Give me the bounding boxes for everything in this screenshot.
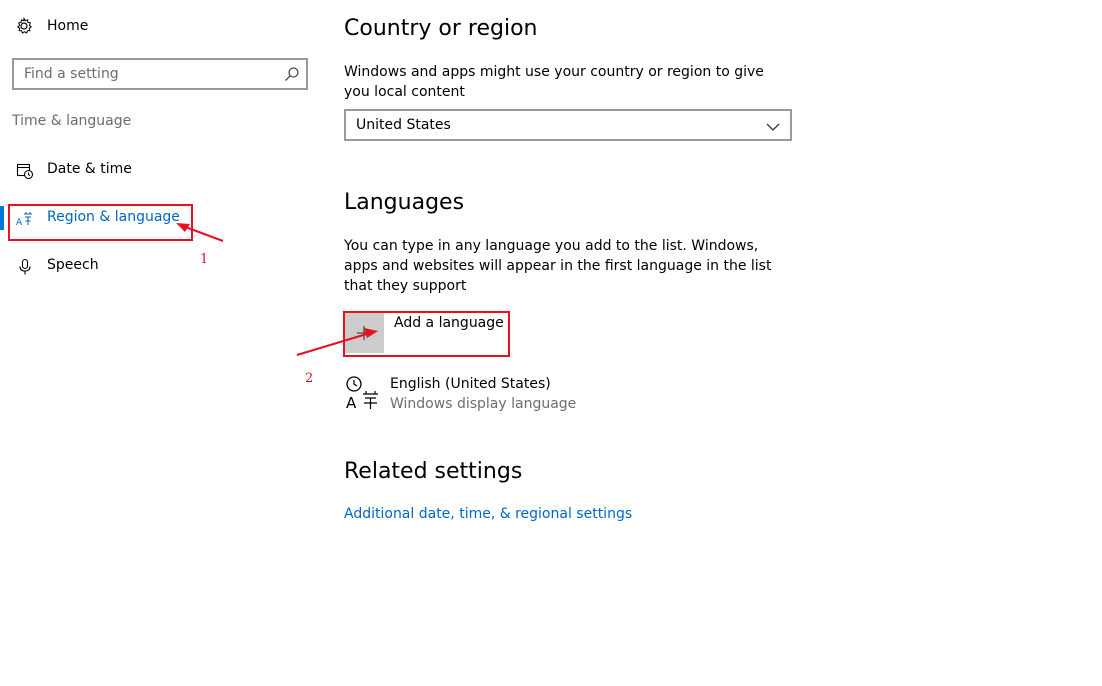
annotation-marker-2: 2 (305, 371, 314, 386)
annotation-marker-1: 1 (200, 252, 209, 267)
annotation-arrow-1 (176, 223, 224, 243)
annotation-arrows (176, 223, 378, 357)
settings-window: Home Time & language Date & time A (0, 0, 1102, 686)
annotation-arrow-2 (296, 328, 378, 357)
